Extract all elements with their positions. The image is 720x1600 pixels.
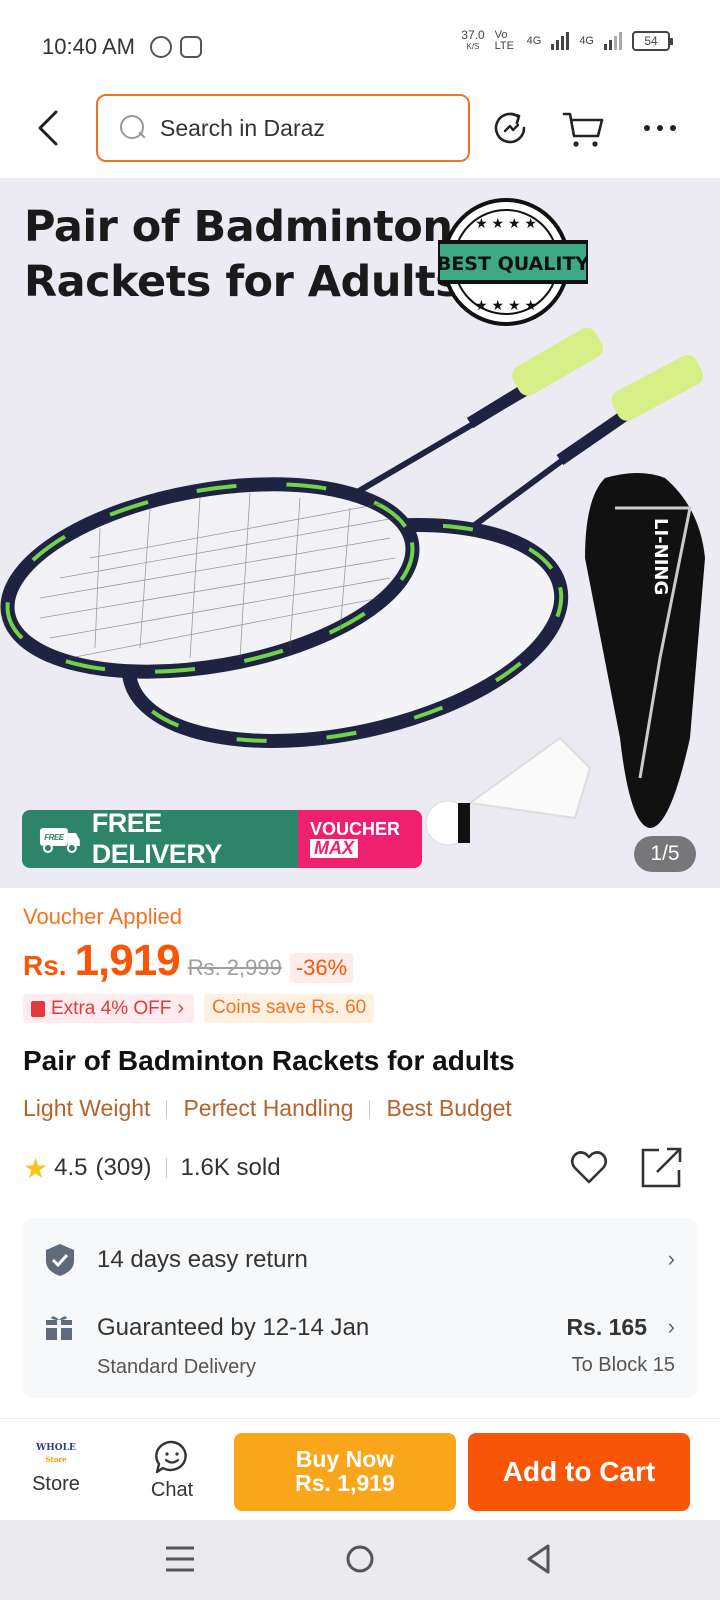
image-headline: Pair of Badminton Rackets for Adults xyxy=(24,202,461,307)
svg-text:★ ★ ★ ★: ★ ★ ★ ★ xyxy=(475,297,537,313)
tag-divider xyxy=(166,1099,168,1118)
chevron-right-icon: › xyxy=(667,1246,675,1271)
add-to-cart-button[interactable]: Add to Cart xyxy=(468,1433,690,1511)
best-quality-seal: BEST QUALITY ★ ★ ★ ★ ★ ★ ★ ★ xyxy=(438,198,588,326)
rating-row: ★ 4.5 (309) 1.6K sold xyxy=(23,1146,697,1190)
network-type-1: 4G xyxy=(526,35,542,47)
tag-perfect-handling: Perfect Handling xyxy=(183,1095,354,1121)
price-currency: Rs. xyxy=(23,950,67,981)
battery-icon: 54 xyxy=(632,31,673,51)
more-icon xyxy=(644,125,676,131)
shield-check-icon xyxy=(46,1244,74,1276)
more-options-button[interactable] xyxy=(638,106,682,150)
whatsapp-icon xyxy=(150,36,172,58)
history-icon xyxy=(494,112,526,144)
system-nav-bar xyxy=(0,1520,720,1600)
svg-text:★ ★ ★ ★: ★ ★ ★ ★ xyxy=(475,215,537,231)
network-type-2: 4G xyxy=(579,35,594,47)
discount-badge: -36% xyxy=(289,953,354,983)
extra-off-badge[interactable]: Extra 4% OFF › xyxy=(23,994,195,1023)
cart-icon xyxy=(562,112,604,147)
voucher-applied-label: Voucher Applied xyxy=(23,904,183,929)
delivery-row[interactable]: Guaranteed by 12-14 Jan Standard Deliver… xyxy=(45,1314,675,1379)
voucher-max-badge: VOUCHER MAX xyxy=(298,810,422,868)
store-logo: WHOLE Store xyxy=(36,1443,76,1464)
free-delivery-badge: FREE FREE DELIVERY xyxy=(22,810,298,868)
product-info: Voucher Applied Rs. 1,919 Rs. 2,999 -36%… xyxy=(23,888,697,1190)
history-button[interactable] xyxy=(488,106,532,150)
chat-icon xyxy=(155,1440,187,1474)
back-nav-icon[interactable] xyxy=(524,1543,554,1575)
share-icon[interactable] xyxy=(641,1146,683,1188)
price-row: Rs. 1,919 Rs. 2,999 -36% xyxy=(23,936,697,986)
bottom-action-bar: WHOLE Store Store Chat Buy Now Rs. 1,919… xyxy=(0,1418,720,1520)
recent-apps-icon[interactable] xyxy=(163,1544,197,1574)
svg-text:BEST QUALITY: BEST QUALITY xyxy=(438,253,588,275)
case-brand-text: LI-NING xyxy=(650,518,671,595)
notification-icon xyxy=(180,36,202,58)
search-bar[interactable]: Search in Daraz xyxy=(96,94,470,162)
product-title: Pair of Badminton Rackets for adults xyxy=(23,1045,515,1076)
wishlist-heart-icon[interactable] xyxy=(569,1148,609,1188)
tag-best-budget: Best Budget xyxy=(386,1095,512,1121)
store-label: Store xyxy=(32,1473,80,1495)
signal-icon xyxy=(551,32,570,50)
chat-button[interactable]: Chat xyxy=(132,1433,212,1502)
chevron-right-icon: › xyxy=(667,1314,675,1339)
svg-text:FREE: FREE xyxy=(44,833,64,842)
coupon-icon xyxy=(31,1000,45,1017)
volte-label: Vo LTE xyxy=(494,29,514,52)
package-icon xyxy=(46,1316,72,1340)
coins-badge: Coins save Rs. 60 xyxy=(204,994,375,1023)
store-button[interactable]: WHOLE Store Store xyxy=(16,1433,96,1496)
home-icon[interactable] xyxy=(344,1543,376,1575)
back-arrow-icon xyxy=(38,110,58,146)
product-tags: Light Weight Perfect Handling Best Budge… xyxy=(23,1095,697,1122)
tag-light-weight: Light Weight xyxy=(23,1095,151,1121)
chevron-right-icon: › xyxy=(177,997,185,1019)
current-price: 1,919 xyxy=(74,936,181,985)
return-policy-row[interactable]: 14 days easy return › xyxy=(45,1240,675,1280)
chat-label: Chat xyxy=(150,1479,194,1501)
cart-button[interactable] xyxy=(562,106,606,150)
return-policy-text: 14 days easy return xyxy=(97,1246,308,1273)
truck-icon: FREE xyxy=(39,828,80,853)
buy-now-button[interactable]: Buy Now Rs. 1,919 xyxy=(234,1433,456,1511)
promo-banner: FREE FREE DELIVERY VOUCHER MAX xyxy=(22,810,422,868)
review-count[interactable]: (309) xyxy=(95,1154,151,1182)
promo-badges: Extra 4% OFF › Coins save Rs. 60 xyxy=(23,994,697,1023)
status-bar: 10:40 AM 37.0 K/S Vo LTE 4G 4G 54 xyxy=(0,0,720,92)
delivery-info-card: 14 days easy return › Guaranteed by 12-1… xyxy=(23,1218,697,1398)
delivery-destination: To Block 15 xyxy=(571,1354,675,1376)
top-header: Search in Daraz xyxy=(0,92,720,164)
sold-count: 1.6K sold xyxy=(180,1154,281,1181)
network-speed: 37.0 K/S xyxy=(461,28,485,51)
back-button[interactable] xyxy=(30,106,70,150)
search-placeholder: Search in Daraz xyxy=(160,114,325,141)
tag-divider xyxy=(369,1099,371,1118)
search-icon xyxy=(120,115,146,141)
rating-divider xyxy=(165,1158,167,1178)
image-counter: 1/5 xyxy=(634,836,696,872)
rating-value[interactable]: 4.5 xyxy=(54,1154,87,1182)
original-price: Rs. 2,999 xyxy=(187,955,282,980)
status-indicators: 37.0 K/S Vo LTE 4G 4G 54 xyxy=(461,28,673,52)
star-icon: ★ xyxy=(23,1152,49,1184)
status-time: 10:40 AM xyxy=(42,34,135,59)
product-image-gallery[interactable]: LI-NING Pair of Badminton Rackets for Ad… xyxy=(0,178,720,888)
signal-icon-2 xyxy=(604,32,622,50)
delivery-fee: Rs. 165 xyxy=(566,1314,647,1340)
